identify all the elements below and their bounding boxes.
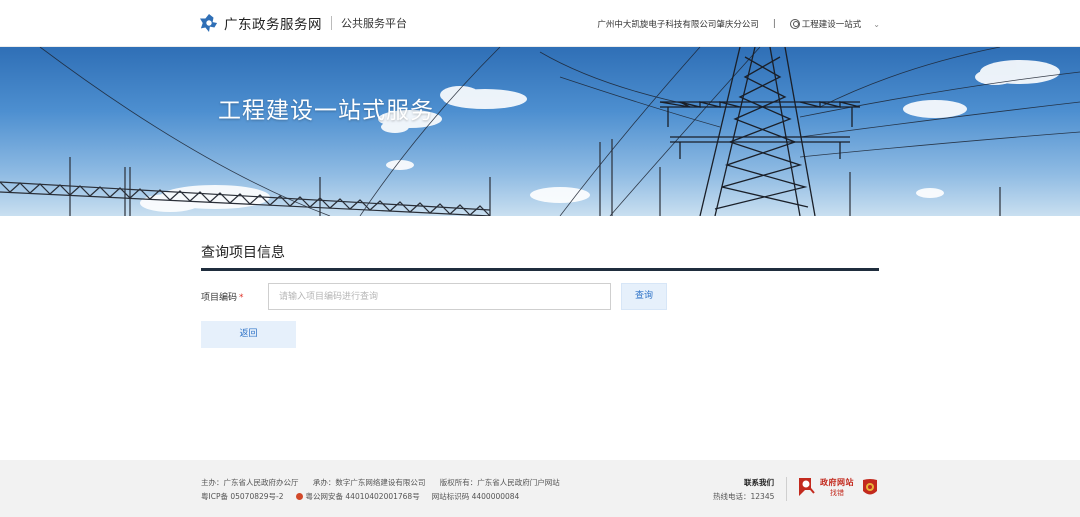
project-code-input[interactable] [268, 283, 611, 310]
top-header: 广东政务服务网 公共服务平台 广州中大凯旋电子科技有限公司肇庆分公司 | 工程建… [0, 0, 1080, 47]
hotline: 热线电话：12345 [713, 492, 775, 501]
header-separator: | [772, 19, 776, 29]
contact-us-link[interactable]: 联系我们 [744, 477, 774, 488]
footer-undertaker: 承办：数字广东网络建设有限公司 [312, 478, 426, 487]
project-code-label-text: 项目编码 [201, 293, 238, 303]
gov-site-fix-text: 政府网站 找错 [820, 477, 854, 498]
back-button[interactable]: 返回 [201, 321, 296, 348]
footer-icp[interactable]: 粤ICP备 05070829号-2 [201, 491, 284, 502]
power-lines-illustration [0, 47, 1080, 216]
section-title: 查询项目信息 [201, 245, 285, 261]
footer-sponsor: 主办：广东省人民政府办公厅 [201, 478, 299, 487]
police-badge-icon [295, 493, 303, 500]
site-logo[interactable]: 广东政务服务网 公共服务平台 [200, 13, 407, 33]
gd-logo-icon [200, 14, 218, 32]
page-footer: 主办：广东省人民政府办公厅 承办：数字广东网络建设有限公司 版权所有：广东省人民… [0, 460, 1080, 517]
gov-site-fix-title: 政府网站 [820, 477, 854, 487]
magnifier-icon [799, 478, 815, 496]
section-divider [201, 268, 879, 271]
required-mark: * [239, 293, 244, 303]
footer-site-id: 网站标识码 4400000084 [431, 492, 520, 501]
gov-site-fix-link[interactable]: 政府网站 找错 [797, 476, 854, 498]
logo-divider [331, 16, 332, 30]
logo-text: 广东政务服务网 [224, 17, 322, 33]
company-name: 广州中大凯旋电子科技有限公司肇庆分公司 [597, 20, 759, 30]
user-menu[interactable]: 工程建设一站式 [802, 18, 862, 30]
project-code-label: 项目编码 * [201, 290, 244, 303]
banner-title: 工程建设一站式服务 [218, 98, 434, 124]
header-right: 广州中大凯旋电子科技有限公司肇庆分公司 | 工程建设一站式 ⌄ [597, 18, 880, 30]
footer-divider [786, 477, 787, 501]
footer-police[interactable]: 粤公网安备 44010402001768号 [306, 491, 420, 502]
national-emblem-icon [863, 479, 877, 495]
user-icon [789, 19, 800, 29]
footer-line-1: 主办：广东省人民政府办公厅 承办：数字广东网络建设有限公司 版权所有：广东省人民… [201, 477, 572, 488]
footer-line-2: 粤ICP备 05070829号-2 粤公网安备 44010402001768号 … [201, 491, 531, 502]
hero-banner: 工程建设一站式服务 [0, 47, 1080, 216]
platform-subtitle: 公共服务平台 [341, 17, 407, 30]
query-button[interactable]: 查询 [621, 283, 667, 310]
chevron-down-icon[interactable]: ⌄ [873, 20, 880, 29]
gov-site-fix-sub: 找错 [830, 488, 844, 497]
footer-copyright: 版权所有：广东省人民政府门户网站 [439, 478, 560, 487]
